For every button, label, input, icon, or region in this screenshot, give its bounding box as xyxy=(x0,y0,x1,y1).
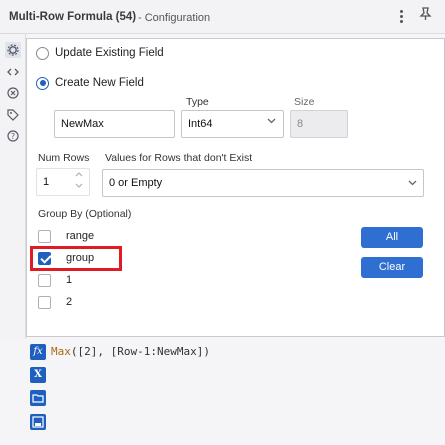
group-by-title: Group By (Optional) xyxy=(38,208,132,220)
window-subtitle: - Configuration xyxy=(138,12,211,24)
group-by-checkbox[interactable] xyxy=(38,229,51,243)
missing-rows-select[interactable]: 0 or Empty xyxy=(102,169,424,197)
tool-title: Multi-Row Formula (54) xyxy=(9,11,137,23)
variables-icon[interactable]: X xyxy=(30,367,46,383)
create-new-label: Create New Field xyxy=(55,77,144,89)
chevron-down-icon[interactable] xyxy=(266,115,277,129)
num-rows-value: 1 xyxy=(43,176,50,188)
group-by-item-label: 2 xyxy=(66,296,73,308)
update-existing-label: Update Existing Field xyxy=(55,47,164,59)
save-icon[interactable] xyxy=(30,414,46,430)
selection-highlight xyxy=(30,246,122,271)
clear-button[interactable]: Clear xyxy=(361,257,423,278)
folder-icon[interactable] xyxy=(30,390,46,406)
more-vertical-icon[interactable] xyxy=(395,9,407,25)
select-all-button[interactable]: All xyxy=(361,227,423,248)
formula-editor[interactable]: Max([2], [Row-1:NewMax]) xyxy=(51,345,210,358)
group-by-checkbox[interactable] xyxy=(38,273,51,287)
size-input: 8 xyxy=(290,110,348,138)
missing-rows-label: Values for Rows that don't Exist xyxy=(105,152,253,164)
formula-args: ([2], [Row-1:NewMax]) xyxy=(70,345,210,358)
code-icon[interactable] xyxy=(5,64,21,80)
size-label: Size xyxy=(294,96,315,108)
group-by-checkbox[interactable] xyxy=(38,295,51,309)
svg-text:?: ? xyxy=(11,132,15,141)
config-sidebar: ? xyxy=(0,34,26,339)
type-label: Type xyxy=(186,96,209,108)
update-existing-radio[interactable] xyxy=(36,46,49,60)
chevron-down-icon[interactable] xyxy=(407,177,418,191)
formula-function: Max xyxy=(51,345,71,358)
stepper-arrows-icon[interactable] xyxy=(73,169,85,193)
group-by-item-range[interactable]: range xyxy=(38,228,94,244)
group-by-item-1[interactable]: 1 xyxy=(38,272,72,288)
title-bar: Multi-Row Formula (54) - Configuration xyxy=(0,0,445,34)
create-new-radio[interactable] xyxy=(36,76,49,90)
pin-icon[interactable] xyxy=(419,7,432,25)
cancel-icon[interactable] xyxy=(5,85,21,101)
missing-rows-value: 0 or Empty xyxy=(109,177,163,189)
group-by-item-label: range xyxy=(66,230,95,242)
new-field-name-input[interactable]: NewMax xyxy=(54,110,175,138)
update-existing-field-option[interactable]: Update Existing Field xyxy=(36,45,164,61)
type-value: Int64 xyxy=(188,118,213,130)
function-icon[interactable]: fx xyxy=(30,344,46,360)
group-by-item-2[interactable]: 2 xyxy=(38,294,72,310)
gear-icon[interactable] xyxy=(5,42,21,58)
help-icon[interactable]: ? xyxy=(5,128,21,144)
group-by-item-label: 1 xyxy=(66,274,73,286)
tag-icon[interactable] xyxy=(5,107,21,123)
num-rows-label: Num Rows xyxy=(38,152,90,164)
create-new-field-option[interactable]: Create New Field xyxy=(36,75,144,91)
